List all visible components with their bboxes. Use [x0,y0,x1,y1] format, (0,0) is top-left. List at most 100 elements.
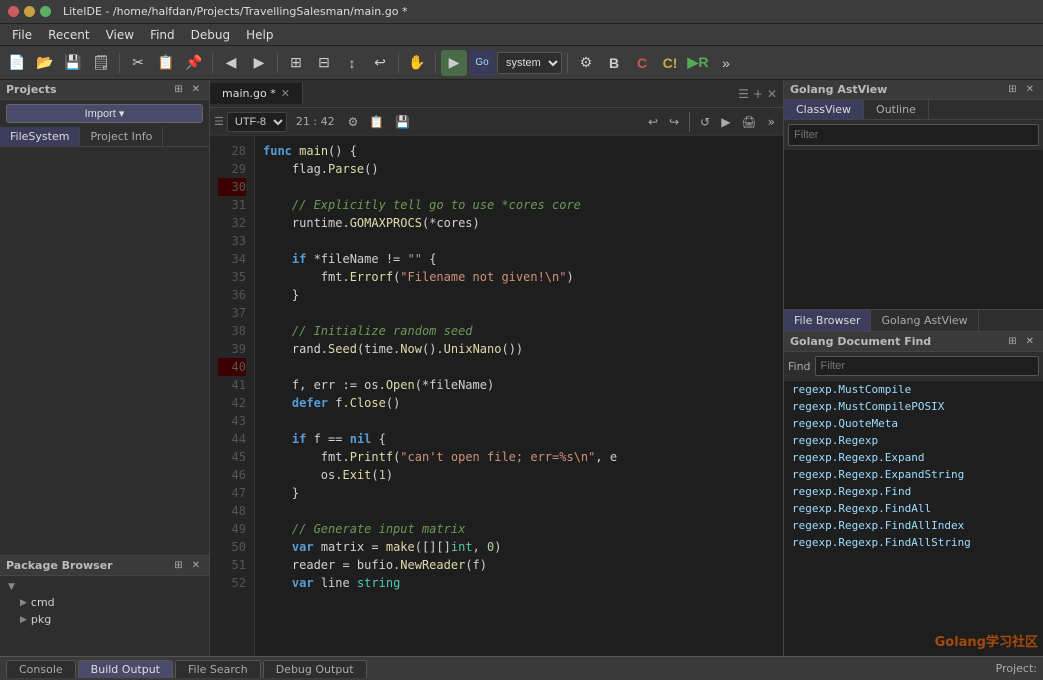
package-browser: Package Browser ⊞ ✕ ▼ ▶ cmd ▶ pkg [0,555,209,656]
pkg-item-cmd[interactable]: ▶ cmd [0,594,209,611]
hand-tool[interactable]: ✋ [404,50,430,76]
run-ed-icon[interactable]: ▶ [717,113,734,131]
copy-button[interactable]: 📋 [153,50,179,76]
projects-close-icon[interactable]: ✕ [189,83,203,96]
ln-34: 34 [218,250,246,268]
open-button[interactable]: 📂 [32,50,58,76]
settings-button[interactable]: ⚙ [573,50,599,76]
doc-find-expand-icon[interactable]: ⊞ [1005,335,1019,348]
undo-icon[interactable]: ↩ [644,113,662,131]
pkg-expand-icon[interactable]: ⊞ [171,559,185,572]
pkg-item-pkg[interactable]: ▶ pkg [0,611,209,628]
bottom-tabs: File Browser Golang AstView [784,310,1043,332]
wrap-button[interactable]: ↩ [367,50,393,76]
back-button[interactable]: ◀ [218,50,244,76]
doc-item-4[interactable]: regexp.Regexp.Expand [784,449,1043,466]
unfold-button[interactable]: ⊟ [311,50,337,76]
build-b-button[interactable]: B [601,50,627,76]
menu-view[interactable]: View [98,26,142,44]
doc-find-close-icon[interactable]: ✕ [1023,335,1037,348]
fold-button[interactable]: ⊞ [283,50,309,76]
doc-item-1[interactable]: regexp.MustCompilePOSIX [784,398,1043,415]
fs-tabs: FileSystem Project Info [0,127,209,147]
status-tab-debug[interactable]: Debug Output [263,660,367,678]
encoding-combo[interactable]: UTF-8 [227,112,287,132]
editor-tab-close-icon[interactable]: ✕ [281,87,290,100]
ln-51: 51 [218,556,246,574]
tab-filesystem[interactable]: FileSystem [0,127,80,146]
system-combo[interactable]: system [497,52,562,74]
doc-item-5[interactable]: regexp.Regexp.ExpandString [784,466,1043,483]
forward-button[interactable]: ▶ [246,50,272,76]
bottom-tab-filebrowser[interactable]: File Browser [784,310,871,331]
ln-49: 49 [218,520,246,538]
doc-item-8[interactable]: regexp.Regexp.FindAllIndex [784,517,1043,534]
pkg-close-icon[interactable]: ✕ [189,559,203,572]
sync-icon[interactable]: ↺ [696,113,714,131]
save-button[interactable]: 💾 [60,50,86,76]
doc-list[interactable]: regexp.MustCompile regexp.MustCompilePOS… [784,381,1043,656]
editor-mode-icon: ☰ [214,115,224,128]
go-button[interactable]: Go [469,50,495,76]
code-editor[interactable]: func main() { flag.Parse() // Explicitly… [255,136,783,656]
menu-file[interactable]: File [4,26,40,44]
projects-expand-icon[interactable]: ⊞ [171,83,185,96]
build-ci-button[interactable]: C! [657,50,683,76]
editor-copy-icon[interactable]: 📋 [365,113,388,131]
tab-menu-icon[interactable]: ☰ [738,87,749,101]
ln-44: 44 [218,430,246,448]
new-file-button[interactable]: 📄 [4,50,30,76]
more-button[interactable]: » [713,50,739,76]
editor-settings-icon[interactable]: ⚙ [344,113,363,131]
bottom-tab-astview[interactable]: Golang AstView [871,310,978,331]
editor-tab-main[interactable]: main.go * ✕ [210,83,303,104]
paste-button[interactable]: 📌 [181,50,207,76]
project-label: Project: [996,662,1037,675]
doc-find-input[interactable] [815,356,1039,376]
doc-item-2[interactable]: regexp.QuoteMeta [784,415,1043,432]
more-ed-icon[interactable]: » [764,113,779,131]
menu-debug[interactable]: Debug [183,26,238,44]
redo-icon[interactable]: ↪ [665,113,683,131]
run-button[interactable]: ▶ [441,50,467,76]
tab-project-info[interactable]: Project Info [80,127,163,146]
run-r-button[interactable]: ▶R [685,50,711,76]
print-icon[interactable]: 🖨 [737,113,760,131]
status-tab-build[interactable]: Build Output [78,660,173,678]
doc-item-3[interactable]: regexp.Regexp [784,432,1043,449]
build-c-button[interactable]: C [629,50,655,76]
code-container[interactable]: 28 29 30 31 32 33 34 35 36 37 38 39 40 4… [210,136,783,656]
toggle-button[interactable]: ↕ [339,50,365,76]
ast-filter-input[interactable] [788,124,1039,146]
close-button[interactable] [8,6,19,17]
tab-add-icon[interactable]: + [753,87,763,101]
maximize-button[interactable] [40,6,51,17]
doc-find-input-row: Find [784,352,1043,381]
pkg-browser-title: Package Browser [6,559,113,572]
ln-46: 46 [218,466,246,484]
editor-save-icon[interactable]: 💾 [391,113,414,131]
ln-45: 45 [218,448,246,466]
ln-31: 31 [218,196,246,214]
ast-tab-outline[interactable]: Outline [864,100,929,119]
doc-item-0[interactable]: regexp.MustCompile [784,381,1043,398]
doc-item-7[interactable]: regexp.Regexp.FindAll [784,500,1043,517]
projects-header: Projects ⊞ ✕ [0,80,209,100]
ast-close-icon[interactable]: ✕ [1023,83,1037,96]
ast-tab-classview[interactable]: ClassView [784,100,864,119]
cut-button[interactable]: ✂ [125,50,151,76]
menu-help[interactable]: Help [238,26,281,44]
tab-close-panel-icon[interactable]: ✕ [767,87,777,101]
doc-item-9[interactable]: regexp.Regexp.FindAllString [784,534,1043,551]
ast-header: Golang AstView ⊞ ✕ [784,80,1043,100]
save-all-button[interactable]: 🗒 [88,50,114,76]
status-tab-filesearch[interactable]: File Search [175,660,261,678]
sep4 [398,53,399,73]
menu-recent[interactable]: Recent [40,26,97,44]
doc-item-6[interactable]: regexp.Regexp.Find [784,483,1043,500]
ast-expand-icon[interactable]: ⊞ [1005,83,1019,96]
status-tab-console[interactable]: Console [6,660,76,678]
minimize-button[interactable] [24,6,35,17]
import-button[interactable]: Import ▾ [6,104,203,123]
menu-find[interactable]: Find [142,26,183,44]
